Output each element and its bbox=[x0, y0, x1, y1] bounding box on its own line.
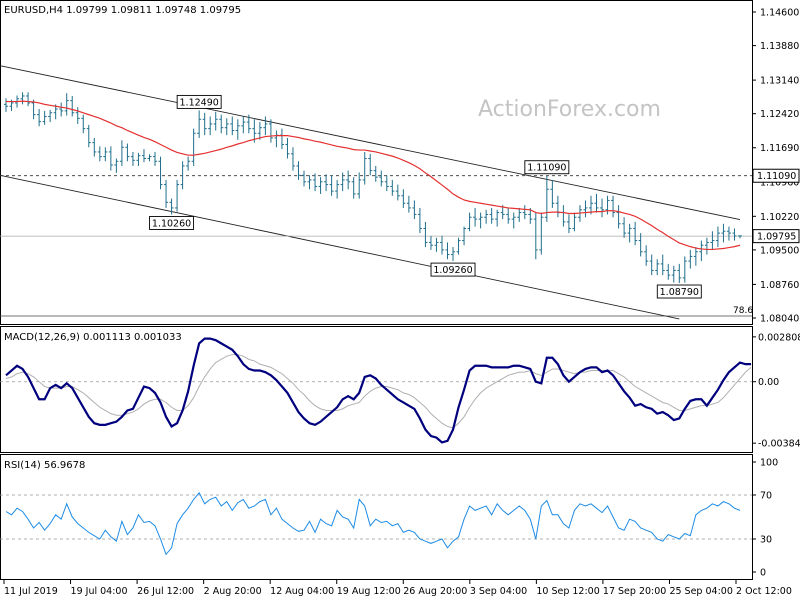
price-annotation: 1.10260 bbox=[149, 215, 195, 230]
fib-label: 78.6 bbox=[733, 306, 753, 316]
price-annotation: 1.12490 bbox=[176, 94, 222, 109]
rsi-panel: RSI(14) 56.9678 100 70 30 0 bbox=[0, 454, 778, 580]
level-price-label: 1.11090 bbox=[757, 171, 796, 182]
x-tick-label-5: 19 Aug 12:00 bbox=[337, 586, 401, 597]
price-tick-label-0: 1.14600 bbox=[760, 8, 799, 19]
x-tick-label-0: 11 Jul 2019 bbox=[4, 586, 58, 597]
rsi-tick-label-3: 0 bbox=[760, 568, 766, 579]
rsi-y-axis: 100 70 30 0 bbox=[752, 458, 778, 579]
x-tick-label-4: 12 Aug 04:00 bbox=[270, 586, 334, 597]
last-price-label: 1.09795 bbox=[757, 232, 796, 243]
price-annotation-label: 1.10260 bbox=[152, 218, 191, 229]
x-tick-label-7: 3 Sep 04:00 bbox=[470, 586, 527, 597]
watermark: ActionForex.com bbox=[478, 97, 661, 122]
rsi-tick-label-0: 100 bbox=[760, 458, 778, 469]
price-annotation-label: 1.12490 bbox=[180, 97, 219, 108]
price-annotation-label: 1.08790 bbox=[660, 287, 699, 298]
price-annotation-label: 1.11090 bbox=[527, 163, 566, 174]
price-panel: EURUSD,H4 1.09799 1.09811 1.09748 1.0979… bbox=[0, 0, 800, 325]
price-panel-title: EURUSD,H4 1.09799 1.09811 1.09748 1.0979… bbox=[4, 5, 241, 16]
x-tick-label-3: 2 Aug 20:00 bbox=[204, 586, 262, 597]
price-tick-label-4: 1.11690 bbox=[760, 143, 799, 154]
x-tick-label-1: 19 Jul 04:00 bbox=[71, 586, 128, 597]
x-tick-label-6: 26 Aug 20:00 bbox=[403, 586, 467, 597]
price-y-axis: 1.146001.138801.131401.124201.116901.109… bbox=[752, 8, 799, 325]
price-annotation: 1.09260 bbox=[430, 262, 476, 277]
rsi-tick-label-1: 70 bbox=[760, 491, 772, 502]
macd-panel: MACD(12,26,9) 0.001113 0.001033 0.002808… bbox=[0, 326, 800, 453]
price-panel-frame bbox=[0, 0, 753, 325]
price-annotation-label: 1.09260 bbox=[433, 265, 472, 276]
macd-tick-label-1: 0.00 bbox=[758, 377, 779, 388]
rsi-tick-label-2: 30 bbox=[760, 535, 772, 546]
price-tick-label-8: 1.08760 bbox=[760, 280, 799, 291]
price-tick-label-9: 1.08040 bbox=[760, 314, 799, 325]
macd-panel-title: MACD(12,26,9) 0.001113 0.001033 bbox=[4, 332, 182, 343]
x-tick-label-9: 17 Sep 20:00 bbox=[603, 586, 666, 597]
x-tick-label-11: 2 Oct 12:00 bbox=[736, 586, 792, 597]
price-tick-label-6: 1.10220 bbox=[760, 212, 799, 223]
macd-tick-label-2: -0.003848 bbox=[758, 439, 800, 450]
rsi-panel-title: RSI(14) 56.9678 bbox=[4, 460, 85, 471]
rsi-panel-frame bbox=[0, 454, 753, 580]
x-tick-label-8: 10 Sep 12:00 bbox=[536, 586, 599, 597]
x-tick-label-10: 25 Sep 04:00 bbox=[669, 586, 732, 597]
last-price-tag: 1.09795 bbox=[752, 229, 800, 244]
price-annotation: 1.11090 bbox=[524, 160, 570, 175]
forex-chart: EURUSD,H4 1.09799 1.09811 1.09748 1.0979… bbox=[0, 0, 800, 597]
x-tick-label-2: 26 Jul 12:00 bbox=[137, 586, 194, 597]
price-tick-label-7: 1.09500 bbox=[760, 245, 799, 256]
price-tick-label-3: 1.12420 bbox=[760, 109, 799, 120]
price-annotation: 1.08790 bbox=[656, 284, 702, 299]
macd-y-axis: 0.002808 0.00 -0.003848 bbox=[752, 332, 800, 450]
price-tick-label-1: 1.13880 bbox=[760, 41, 799, 52]
macd-tick-label-0: 0.002808 bbox=[758, 332, 800, 343]
level-price-tag: 1.11090 bbox=[752, 168, 800, 183]
x-axis: 11 Jul 2019 19 Jul 04:00 26 Jul 12:00 2 Aug… bbox=[3, 580, 792, 597]
price-tick-label-2: 1.13140 bbox=[760, 76, 799, 87]
